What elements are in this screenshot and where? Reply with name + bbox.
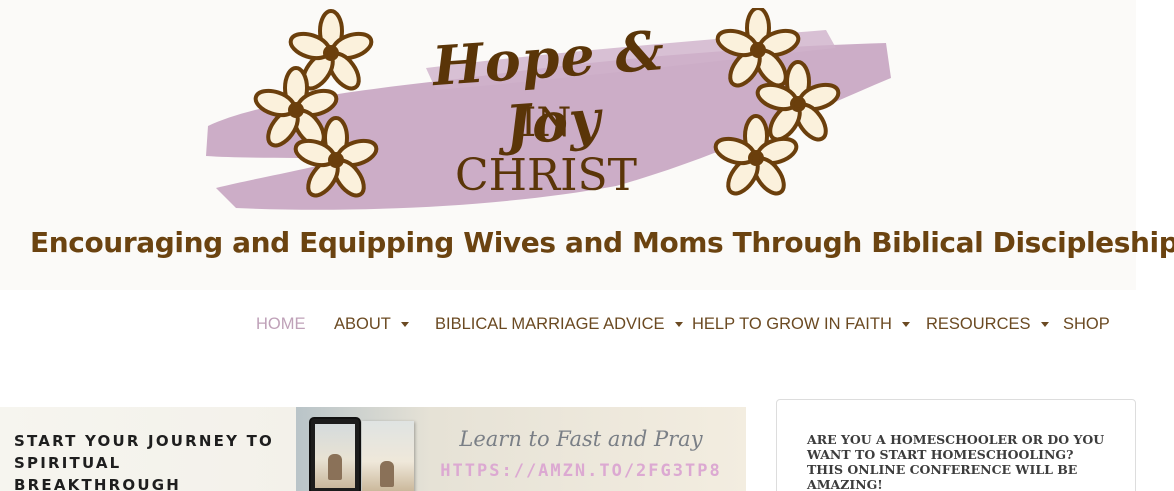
nav-item-about[interactable]: ABOUT bbox=[334, 308, 409, 342]
chevron-down-icon bbox=[1040, 322, 1049, 327]
nav-item-resources[interactable]: RESOURCES bbox=[926, 308, 1049, 342]
banner-subhead: Learn to Fast and Pray bbox=[459, 427, 703, 451]
banner-headline: START YOUR JOURNEY TO SPIRITUAL BREAKTHR… bbox=[14, 432, 274, 491]
sidebar-widget: ARE YOU A HOMESCHOOLER OR DO YOU WANT TO… bbox=[776, 399, 1136, 491]
nav-item-shop[interactable]: SHOP bbox=[1063, 308, 1110, 342]
nav-item-biblical-marriage-advice[interactable]: BIBLICAL MARRIAGE ADVICE bbox=[435, 308, 683, 342]
nav-item-label: BIBLICAL MARRIAGE ADVICE bbox=[435, 315, 665, 333]
main-nav: HOME ABOUT BIBLICAL MARRIAGE ADVICE HELP… bbox=[0, 308, 1174, 342]
banner-ad[interactable]: START YOUR JOURNEY TO SPIRITUAL BREAKTHR… bbox=[0, 407, 746, 491]
logo-christ-text: CHRIST bbox=[454, 150, 638, 201]
tablet-image bbox=[309, 417, 361, 491]
nav-item-label: ABOUT bbox=[334, 315, 391, 333]
site-header: Hope & Joy IN CHRIST Encouraging and Equ… bbox=[0, 0, 1174, 290]
site-tagline: Encouraging and Equipping Wives and Moms… bbox=[30, 226, 1174, 259]
nav-item-label: HOME bbox=[256, 315, 306, 333]
chevron-down-icon bbox=[901, 322, 910, 327]
person-silhouette bbox=[328, 454, 342, 480]
chevron-down-icon bbox=[674, 322, 683, 327]
tablet-screen bbox=[315, 424, 355, 488]
chevron-down-icon bbox=[400, 322, 409, 327]
nav-item-label: RESOURCES bbox=[926, 315, 1031, 333]
site-logo[interactable]: Hope & Joy IN CHRIST bbox=[196, 8, 896, 218]
nav-item-label: HELP TO GROW IN FAITH bbox=[692, 315, 892, 333]
banner-url[interactable]: HTTPS://AMZN.TO/2FG3TP8 bbox=[436, 461, 726, 481]
person-silhouette bbox=[380, 461, 394, 487]
widget-title[interactable]: ARE YOU A HOMESCHOOLER OR DO YOU WANT TO… bbox=[807, 432, 1107, 491]
book-cover-image bbox=[362, 421, 414, 491]
logo-in-text: IN bbox=[520, 100, 572, 146]
nav-item-help-to-grow-in-faith[interactable]: HELP TO GROW IN FAITH bbox=[692, 308, 910, 342]
nav-item-home[interactable]: HOME bbox=[256, 308, 306, 342]
nav-item-label: SHOP bbox=[1063, 315, 1110, 333]
